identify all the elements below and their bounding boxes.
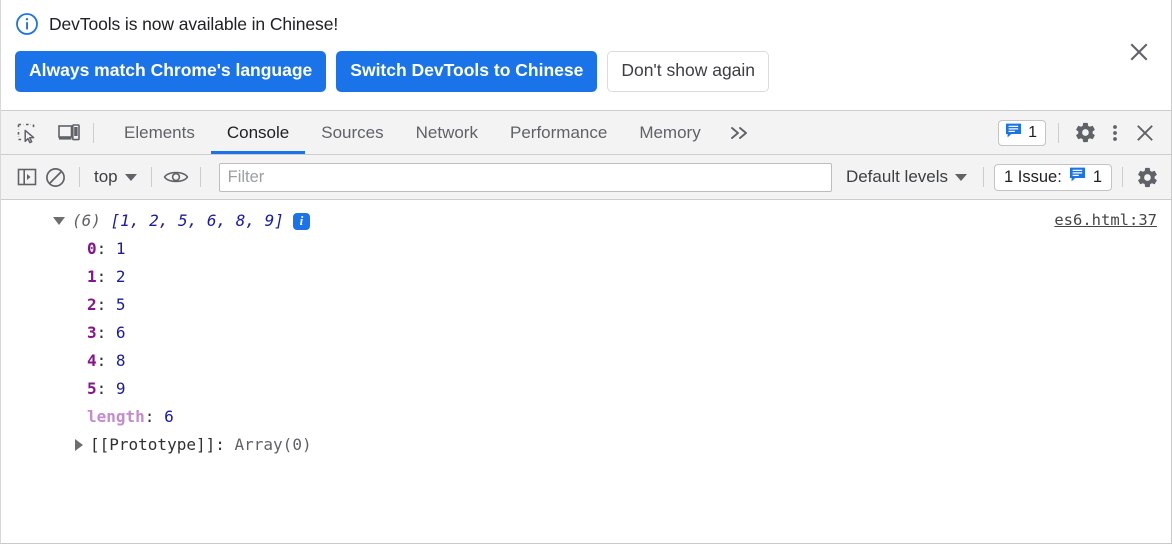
- entry-key: 4: [87, 351, 97, 370]
- console-message-array: (6) [1, 2, 5, 6, 8, 9] i 0 : 1 1 : 2 2 :: [1, 200, 1171, 458]
- console-toolbar-divider-3: [199, 167, 201, 187]
- issues-summary-count: 1: [1092, 167, 1102, 186]
- tabbar-left-icons: [1, 111, 83, 154]
- prototype-key: [[Prototype]]: [90, 435, 216, 454]
- live-expression-eye-icon[interactable]: [162, 163, 190, 191]
- info-badge-icon[interactable]: i: [292, 212, 310, 230]
- console-toolbar-divider-2: [150, 167, 152, 187]
- entry-key: 1: [87, 267, 97, 286]
- tabbar-right-divider: [1058, 122, 1059, 143]
- issues-count: 1: [1028, 123, 1037, 141]
- entry-key: 2: [87, 295, 97, 314]
- length-value: 6: [164, 407, 174, 426]
- console-toolbar-divider-4: [983, 167, 985, 187]
- banner-actions: Always match Chrome's language Switch De…: [15, 51, 1157, 92]
- issues-speech-bubble-icon: [1005, 122, 1022, 144]
- entry-key: 0: [87, 239, 97, 258]
- entry-colon: :: [96, 267, 107, 286]
- chevron-down-icon: [124, 173, 137, 181]
- entry-colon: :: [96, 323, 107, 342]
- array-header-row[interactable]: (6) [1, 2, 5, 6, 8, 9] i: [1, 207, 1171, 235]
- entry-colon: :: [96, 379, 107, 398]
- log-levels-label: Default levels: [845, 167, 949, 186]
- entry-value: 6: [115, 323, 126, 342]
- tab-elements[interactable]: Elements: [108, 111, 211, 154]
- prototype-value: Array(0): [234, 435, 312, 454]
- language-banner: DevTools is now available in Chinese! Al…: [1, 0, 1171, 110]
- execution-context-selector[interactable]: top: [90, 167, 141, 187]
- console-settings-gear-icon[interactable]: [1133, 163, 1161, 191]
- clear-console-icon[interactable]: [41, 163, 69, 191]
- kebab-menu-icon[interactable]: [1101, 119, 1129, 147]
- banner-message: DevTools is now available in Chinese!: [49, 14, 339, 34]
- close-icon[interactable]: [1125, 38, 1153, 66]
- dont-show-again-button[interactable]: Don't show again: [607, 51, 770, 92]
- length-colon: :: [144, 407, 155, 426]
- array-length-label: (6): [72, 211, 101, 230]
- filter-input[interactable]: [218, 162, 832, 192]
- prototype-colon: :: [215, 435, 225, 454]
- tab-performance[interactable]: Performance: [494, 111, 623, 154]
- always-match-chrome-language-button[interactable]: Always match Chrome's language: [15, 51, 327, 92]
- console-sidebar-toggle-icon[interactable]: [13, 163, 41, 191]
- entry-value: 8: [115, 351, 126, 370]
- triangle-down-icon[interactable]: [53, 217, 65, 225]
- panel-tabs: Elements Console Sources Network Perform…: [108, 111, 763, 154]
- issues-summary-label: 1 Issue:: [1004, 167, 1062, 186]
- console-filter-toolbar: top Default levels 1 Issue: 1: [1, 155, 1171, 200]
- issues-badge-button[interactable]: 1: [998, 119, 1046, 146]
- issues-speech-bubble-icon: [1069, 166, 1086, 188]
- issues-summary-button[interactable]: 1 Issue: 1: [994, 163, 1112, 191]
- array-preview: [1, 2, 5, 6, 8, 9]: [110, 211, 284, 230]
- triangle-right-icon[interactable]: [75, 439, 83, 451]
- info-circle-icon: [15, 12, 39, 36]
- entry-colon: :: [96, 351, 107, 370]
- switch-devtools-to-chinese-button[interactable]: Switch DevTools to Chinese: [336, 51, 598, 92]
- close-icon[interactable]: [1131, 119, 1159, 147]
- array-entry-row: 5 : 9: [1, 375, 1171, 403]
- array-entry-row: 3 : 6: [1, 319, 1171, 347]
- entry-key: 5: [87, 379, 97, 398]
- array-entry-row: 4 : 8: [1, 347, 1171, 375]
- chevron-double-right-icon[interactable]: [717, 111, 763, 154]
- devtools-tabbar: Elements Console Sources Network Perform…: [1, 110, 1171, 155]
- array-length-row: length : 6: [1, 403, 1171, 431]
- array-entry-row: 0 : 1: [1, 235, 1171, 263]
- gear-icon[interactable]: [1071, 119, 1099, 147]
- entry-colon: :: [96, 239, 107, 258]
- tab-network[interactable]: Network: [400, 111, 494, 154]
- console-toolbar-divider-1: [79, 167, 80, 187]
- entry-key: 3: [87, 323, 97, 342]
- entry-value: 1: [115, 239, 126, 258]
- tab-memory[interactable]: Memory: [623, 111, 716, 154]
- execution-context-label: top: [94, 167, 118, 186]
- devtools-window: DevTools is now available in Chinese! Al…: [0, 0, 1172, 544]
- prototype-row[interactable]: [[Prototype]] : Array(0): [1, 431, 1171, 458]
- tabbar-divider: [93, 122, 94, 143]
- log-levels-selector[interactable]: Default levels: [840, 167, 973, 187]
- tab-sources[interactable]: Sources: [305, 111, 399, 154]
- entry-value: 2: [115, 267, 126, 286]
- chevron-down-icon: [955, 173, 968, 181]
- array-entry-row: 2 : 5: [1, 291, 1171, 319]
- entry-colon: :: [96, 295, 107, 314]
- device-toolbar-icon[interactable]: [55, 119, 83, 147]
- inspect-element-icon[interactable]: [13, 119, 41, 147]
- tab-console[interactable]: Console: [210, 111, 306, 154]
- console-toolbar-divider-5: [1122, 167, 1123, 187]
- entry-value: 5: [115, 295, 126, 314]
- entry-value: 9: [115, 379, 126, 398]
- array-entry-row: 1 : 2: [1, 263, 1171, 291]
- banner-message-row: DevTools is now available in Chinese!: [15, 12, 1157, 36]
- console-output: es6.html:37 (6) [1, 2, 5, 6, 8, 9] i 0 :…: [1, 200, 1171, 458]
- length-key: length: [87, 407, 145, 426]
- tabbar-right-controls: 1: [998, 111, 1171, 154]
